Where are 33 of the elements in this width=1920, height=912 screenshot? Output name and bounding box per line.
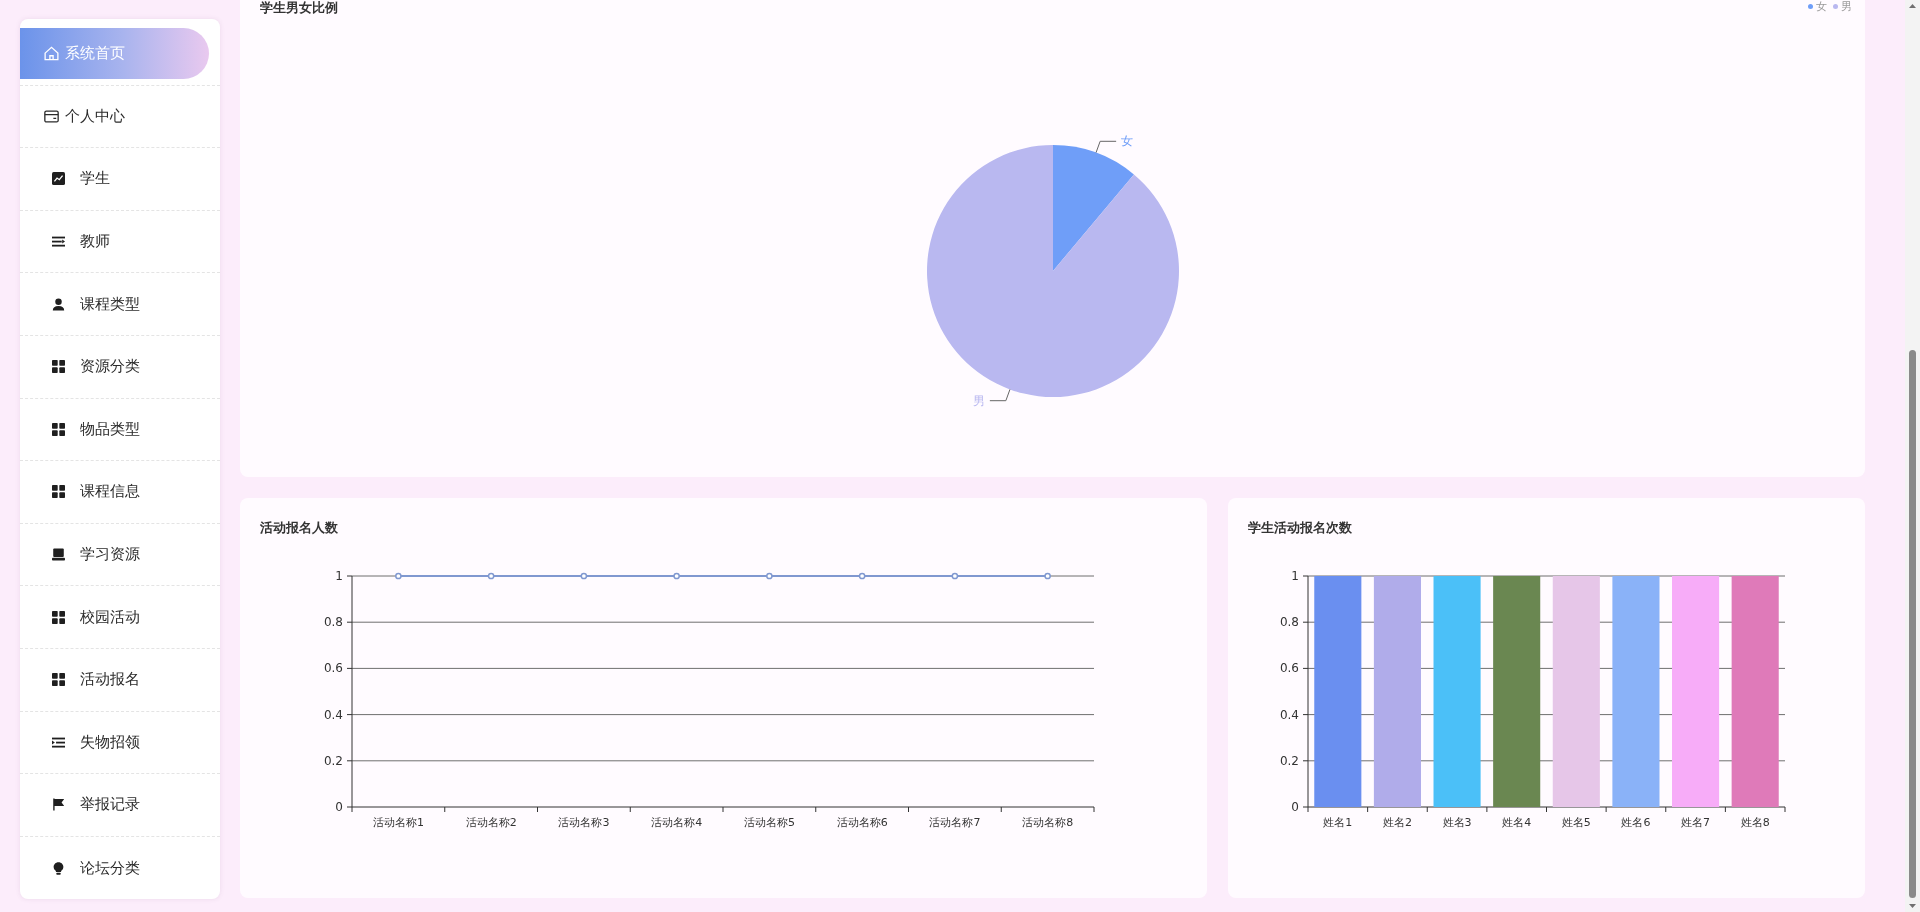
axis-label: 0.6 [323, 661, 343, 676]
axis-label: 活动名称1 [372, 816, 424, 829]
axis-label: 活动名称3 [558, 816, 610, 829]
pie-label: 女 [1120, 134, 1133, 149]
axis-label: 活动名称2 [465, 816, 517, 829]
axis-label: 1 [1291, 569, 1299, 583]
axis-label: 0.8 [1279, 615, 1299, 630]
axis-label: 姓名7 [1681, 816, 1711, 829]
axis-label: 0.6 [1279, 661, 1299, 676]
axis-label: 姓名1 [1323, 816, 1353, 829]
axis-label: 活动名称4 [651, 816, 703, 829]
axis-label: 姓名4 [1502, 816, 1532, 829]
axis-label: 活动名称6 [836, 816, 888, 829]
axis-label: 姓名8 [1740, 816, 1770, 829]
axis-label: 姓名5 [1561, 816, 1591, 829]
chart-title: 学生活动报名次数 [1248, 520, 1353, 535]
pie-label: 男 [972, 393, 985, 408]
chart-title: 活动报名人数 [260, 520, 339, 535]
axis-label: 0 [335, 800, 343, 814]
chart-title: 学生男女比例 [260, 0, 338, 15]
axis-label: 0.4 [1279, 707, 1299, 722]
axis-label: 0.2 [1279, 753, 1299, 768]
axis-label: 0.4 [323, 707, 343, 722]
axis-label: 活动名称7 [929, 816, 981, 829]
axis-label: 1 [335, 569, 343, 583]
axis-label: 姓名2 [1382, 816, 1412, 829]
axis-label: 姓名3 [1442, 816, 1472, 829]
axis-label: 活动名称5 [743, 816, 795, 829]
axis-label: 0 [1291, 800, 1299, 814]
axis-label: 姓名6 [1621, 816, 1651, 829]
axis-label: 0.8 [323, 615, 343, 630]
axis-label: 0.2 [323, 753, 343, 768]
axis-label: 活动名称8 [1022, 816, 1074, 829]
